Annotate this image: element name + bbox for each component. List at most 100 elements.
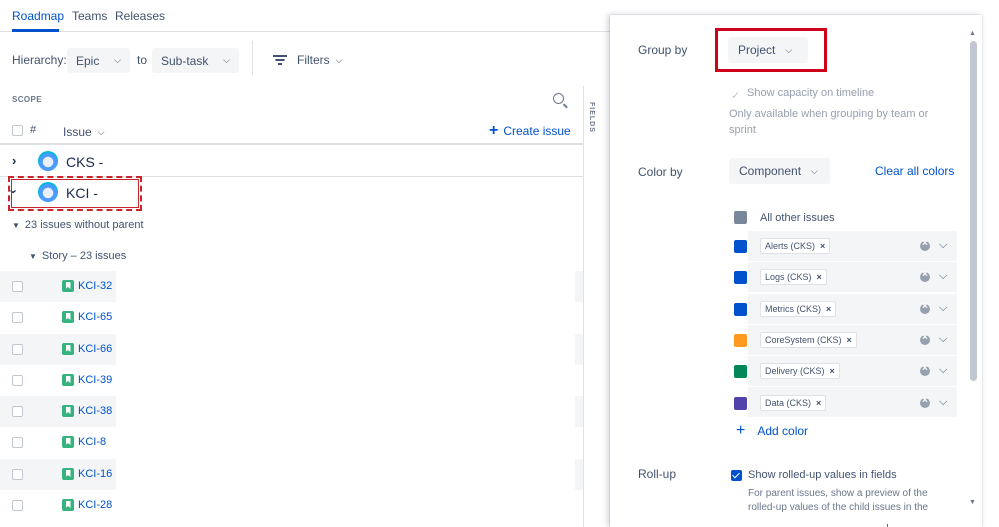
- issues-without-parent-label: 23 issues without parent: [24, 219, 144, 231]
- row-checkbox[interactable]: [12, 375, 23, 386]
- column-hash: #: [30, 124, 37, 136]
- color-by-value: Component: [739, 164, 802, 178]
- remove-tag-icon[interactable]: ×: [820, 241, 825, 251]
- color-by-dropdown[interactable]: Component ⌵: [729, 158, 830, 184]
- hierarchy-from-dropdown[interactable]: Epic ⌵: [67, 48, 130, 73]
- chevron-right-icon[interactable]: ›: [12, 153, 16, 168]
- table-row[interactable]: KCI-28: [0, 490, 583, 521]
- row-checkbox[interactable]: [12, 437, 23, 448]
- create-issue-label: Create issue: [503, 124, 571, 138]
- issue-key[interactable]: KCI-8: [78, 436, 106, 448]
- row-checkbox[interactable]: [12, 281, 23, 292]
- table-row[interactable]: KCI-39: [0, 365, 583, 396]
- clear-row-icon[interactable]: [920, 395, 930, 408]
- color-swatch[interactable]: [734, 303, 747, 316]
- chevron-down-icon[interactable]: ⌵: [939, 270, 947, 283]
- add-color-button[interactable]: + Add color: [736, 422, 808, 440]
- issue-key[interactable]: KCI-32: [78, 280, 112, 292]
- table-row[interactable]: KCI-8: [0, 427, 583, 458]
- capacity-note: Only available when grouping by team or …: [729, 108, 929, 136]
- row-checkbox[interactable]: [12, 312, 23, 323]
- component-tag: Delivery (CKS) ×: [760, 363, 840, 379]
- row-checkbox[interactable]: [12, 344, 23, 355]
- color-swatch[interactable]: [734, 211, 747, 224]
- issue-key[interactable]: KCI-39: [78, 374, 112, 386]
- issue-key[interactable]: KCI-38: [78, 405, 112, 417]
- chevron-down-icon[interactable]: ⌵: [939, 302, 947, 315]
- hierarchy-to-value: Sub-task: [161, 53, 209, 68]
- story-icon: [62, 436, 74, 448]
- remove-tag-icon[interactable]: ×: [830, 366, 835, 376]
- component-tag: Alerts (CKS) ×: [760, 238, 831, 254]
- issue-key[interactable]: KCI-16: [78, 468, 112, 480]
- scroll-up-icon[interactable]: ▲: [969, 30, 976, 37]
- hierarchy-to-dropdown[interactable]: Sub-task ⌵: [152, 48, 239, 73]
- row-checkbox[interactable]: [12, 500, 23, 511]
- clear-row-icon[interactable]: [920, 363, 930, 376]
- select-all-checkbox[interactable]: [12, 125, 23, 136]
- color-swatch[interactable]: [734, 397, 747, 410]
- remove-tag-icon[interactable]: ×: [847, 335, 852, 345]
- search-icon[interactable]: [553, 93, 564, 104]
- clear-row-icon[interactable]: [920, 238, 930, 251]
- issue-key[interactable]: KCI-28: [78, 499, 112, 511]
- story-icon: [62, 468, 74, 480]
- story-icon: [62, 311, 74, 323]
- table-row[interactable]: KCI-16: [0, 459, 583, 490]
- remove-tag-icon[interactable]: ×: [816, 398, 821, 408]
- row-checkbox[interactable]: [12, 406, 23, 417]
- tab-releases[interactable]: Releases: [115, 9, 165, 23]
- table-row[interactable]: KCI-38: [0, 396, 583, 427]
- clear-row-icon[interactable]: [920, 269, 930, 282]
- hierarchy-to-label: to: [137, 53, 148, 67]
- plus-icon: +: [489, 122, 499, 139]
- color-swatch[interactable]: [734, 240, 747, 253]
- clear-row-icon[interactable]: [920, 332, 930, 345]
- component-tag-label: CoreSystem (CKS): [765, 335, 842, 345]
- color-swatch[interactable]: [734, 334, 747, 347]
- hierarchy-label: Hierarchy:: [12, 53, 67, 67]
- table-row[interactable]: KCI-65: [0, 302, 583, 333]
- tab-teams[interactable]: Teams: [72, 9, 107, 23]
- issue-column-header[interactable]: Issue ⌵: [63, 125, 105, 139]
- chevron-down-icon: ▼: [12, 221, 20, 230]
- remove-tag-icon[interactable]: ×: [826, 304, 831, 314]
- toolbar-divider: [252, 41, 253, 75]
- rollup-note-line1: For parent issues, show a preview of the: [748, 488, 928, 499]
- component-tag-label: Alerts (CKS): [765, 241, 816, 251]
- scroll-down-icon[interactable]: ▼: [969, 499, 976, 506]
- table-row[interactable]: KCI-66: [0, 334, 583, 365]
- tab-roadmap[interactable]: Roadmap: [12, 9, 64, 23]
- chevron-down-icon[interactable]: ⌵: [939, 396, 947, 409]
- story-icon: [62, 280, 74, 292]
- clear-all-colors-link[interactable]: Clear all colors: [875, 164, 954, 178]
- project-avatar: [38, 151, 58, 171]
- filters-label: Filters: [297, 53, 330, 67]
- project-row-cks[interactable]: › CKS -: [0, 146, 583, 177]
- fields-label[interactable]: FIELDS: [588, 102, 595, 133]
- story-group-label: Story – 23 issues: [41, 250, 127, 262]
- chevron-down-icon: ⌵: [811, 165, 818, 176]
- color-swatch[interactable]: [734, 271, 747, 284]
- scrollbar-thumb[interactable]: [970, 41, 977, 381]
- clear-row-icon[interactable]: [920, 301, 930, 314]
- table-row[interactable]: KCI-32: [0, 271, 583, 302]
- issues-without-parent-toggle[interactable]: ▼ 23 issues without parent: [12, 219, 144, 231]
- highlight-annotation: [8, 176, 142, 211]
- rollup-checkbox[interactable]: [731, 470, 742, 481]
- issue-key[interactable]: KCI-65: [78, 311, 112, 323]
- show-capacity-label: Show capacity on timeline: [747, 87, 875, 99]
- color-swatch[interactable]: [734, 365, 747, 378]
- chevron-down-icon[interactable]: ⌵: [939, 364, 947, 377]
- chevron-down-icon[interactable]: ⌵: [939, 239, 947, 252]
- issue-key[interactable]: KCI-66: [78, 343, 112, 355]
- remove-tag-icon[interactable]: ×: [817, 272, 822, 282]
- filters-button[interactable]: Filters ⌵: [273, 53, 343, 67]
- rollup-check-label: Show rolled-up values in fields: [748, 469, 897, 481]
- create-issue-button[interactable]: + Create issue: [489, 122, 571, 139]
- chevron-down-icon[interactable]: ⌵: [939, 333, 947, 346]
- story-group-toggle[interactable]: ▼ Story – 23 issues: [29, 250, 126, 262]
- chevron-down-icon: ▼: [29, 252, 37, 261]
- check-icon: ✓: [731, 90, 741, 102]
- row-checkbox[interactable]: [12, 469, 23, 480]
